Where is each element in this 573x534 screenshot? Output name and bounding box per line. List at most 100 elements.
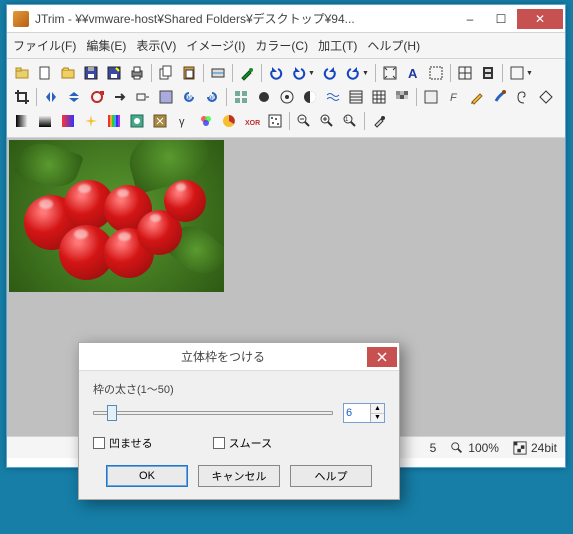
save-as-button[interactable] [103, 62, 125, 84]
contrast-button[interactable] [299, 86, 321, 108]
thickness-up-button[interactable]: ▲ [371, 404, 384, 414]
menu-bar: ファイル(F) 編集(E) 表示(V) イメージ(I) カラー(C) 加工(T)… [7, 33, 565, 59]
rot-ccw-button[interactable]: 90 [178, 86, 200, 108]
flip-v-button[interactable] [63, 86, 85, 108]
settings-dd-button[interactable]: ▼ [506, 62, 536, 84]
menu-image[interactable]: イメージ(I) [186, 37, 245, 54]
undo-button[interactable] [265, 62, 287, 84]
menu-color[interactable]: カラー(C) [255, 37, 308, 54]
sparkle-button[interactable] [80, 110, 102, 132]
bevel-frame-dialog: 立体枠をつける 枠の太さ(1～50) ▲ ▼ 凹ませる [78, 342, 400, 500]
fx2-button[interactable] [149, 110, 171, 132]
thickness-slider[interactable] [93, 403, 333, 423]
thickness-label: 枠の太さ(1～50) [93, 381, 385, 397]
crop-button[interactable] [11, 86, 33, 108]
rgb-button[interactable] [195, 110, 217, 132]
svg-text:XOR: XOR [245, 120, 260, 127]
svg-text:F: F [450, 92, 458, 104]
xor-button[interactable]: XOR [241, 110, 263, 132]
close-button[interactable]: ✕ [517, 9, 563, 29]
rot-arb-button[interactable] [86, 86, 108, 108]
toolbar-row-3: γ XOR 1 [11, 109, 561, 133]
film-button[interactable] [477, 62, 499, 84]
font-button[interactable]: A [402, 62, 424, 84]
menu-view[interactable]: 表示(V) [136, 37, 176, 54]
dialog-titlebar[interactable]: 立体枠をつける [79, 343, 399, 371]
menu-process[interactable]: 加工(T) [318, 37, 357, 54]
select-sw-button[interactable] [425, 62, 447, 84]
dialog-close-button[interactable] [367, 347, 397, 367]
grad1-button[interactable] [11, 110, 33, 132]
fit-button[interactable] [379, 62, 401, 84]
grid-3-button[interactable] [368, 86, 390, 108]
scan-button[interactable] [207, 62, 229, 84]
svg-text:A: A [408, 66, 418, 81]
tile-button[interactable] [230, 86, 252, 108]
rot-cw-button[interactable]: 90 [201, 86, 223, 108]
app-icon [13, 11, 29, 27]
open-button[interactable] [57, 62, 79, 84]
copy-button[interactable] [155, 62, 177, 84]
fx1-button[interactable] [126, 110, 148, 132]
zoom-out-button[interactable] [293, 110, 315, 132]
menu-edit[interactable]: 編集(E) [86, 37, 126, 54]
help-button[interactable]: ヘルプ [290, 465, 372, 487]
menu-file[interactable]: ファイル(F) [13, 37, 76, 54]
move-rect-button[interactable] [132, 86, 154, 108]
new-button[interactable] [34, 62, 56, 84]
menu-help[interactable]: ヘルプ(H) [367, 37, 420, 54]
save-button[interactable] [80, 62, 102, 84]
zoom-in-button[interactable] [316, 110, 338, 132]
svg-text:γ: γ [179, 116, 185, 128]
status-depth: 24bit [513, 441, 557, 455]
diamond-button[interactable] [535, 86, 557, 108]
spiral-button[interactable] [512, 86, 534, 108]
pencil-button[interactable] [466, 86, 488, 108]
rainbow-button[interactable] [103, 110, 125, 132]
thickness-input[interactable] [344, 404, 370, 422]
waves-button[interactable] [322, 86, 344, 108]
depth-icon [513, 441, 527, 455]
pie-button[interactable] [218, 110, 240, 132]
open-file-button[interactable] [11, 62, 33, 84]
svg-text:90: 90 [186, 96, 193, 102]
redo-button[interactable] [319, 62, 341, 84]
grid-button[interactable] [454, 62, 476, 84]
status-size: 5 [430, 441, 437, 455]
thickness-down-button[interactable]: ▼ [371, 414, 384, 423]
minimize-button[interactable]: – [455, 9, 485, 29]
filter-f-button[interactable]: F [443, 86, 465, 108]
brush-button[interactable] [489, 86, 511, 108]
grad2-button[interactable] [34, 110, 56, 132]
ok-button[interactable]: OK [106, 465, 188, 487]
stripes-button[interactable] [345, 86, 367, 108]
thickness-spin: ▲ ▼ [343, 403, 385, 423]
zoom-icon [450, 441, 464, 455]
maximize-button[interactable]: ☐ [486, 9, 516, 29]
vignette-button[interactable] [276, 86, 298, 108]
redo-dd-button[interactable]: ▼ [342, 62, 372, 84]
titlebar[interactable]: JTrim - ¥¥vmware-host¥Shared Folders¥デスク… [7, 5, 565, 33]
flip-h-button[interactable] [40, 86, 62, 108]
svg-text:1: 1 [345, 117, 349, 123]
smooth-checkbox[interactable]: スムース [213, 435, 272, 451]
undo-dd-button[interactable]: ▼ [288, 62, 318, 84]
move-r-button[interactable] [109, 86, 131, 108]
canvas-image[interactable] [9, 140, 224, 292]
dither-button[interactable] [264, 110, 286, 132]
circle-button[interactable] [253, 86, 275, 108]
window-title: JTrim - ¥¥vmware-host¥Shared Folders¥デスク… [35, 10, 455, 27]
print-button[interactable] [126, 62, 148, 84]
cancel-button[interactable]: キャンセル [198, 465, 280, 487]
zoom-reset-button[interactable]: 1 [339, 110, 361, 132]
paint-button[interactable] [236, 62, 258, 84]
gamma-button[interactable]: γ [172, 110, 194, 132]
sharpen-button[interactable] [420, 86, 442, 108]
eyedrop-button[interactable] [368, 110, 390, 132]
grad3-button[interactable] [57, 110, 79, 132]
square-button[interactable] [155, 86, 177, 108]
dialog-title: 立体枠をつける [79, 348, 367, 365]
mosaic-button[interactable] [391, 86, 413, 108]
paste-button[interactable] [178, 62, 200, 84]
indent-checkbox[interactable]: 凹ませる [93, 435, 153, 451]
